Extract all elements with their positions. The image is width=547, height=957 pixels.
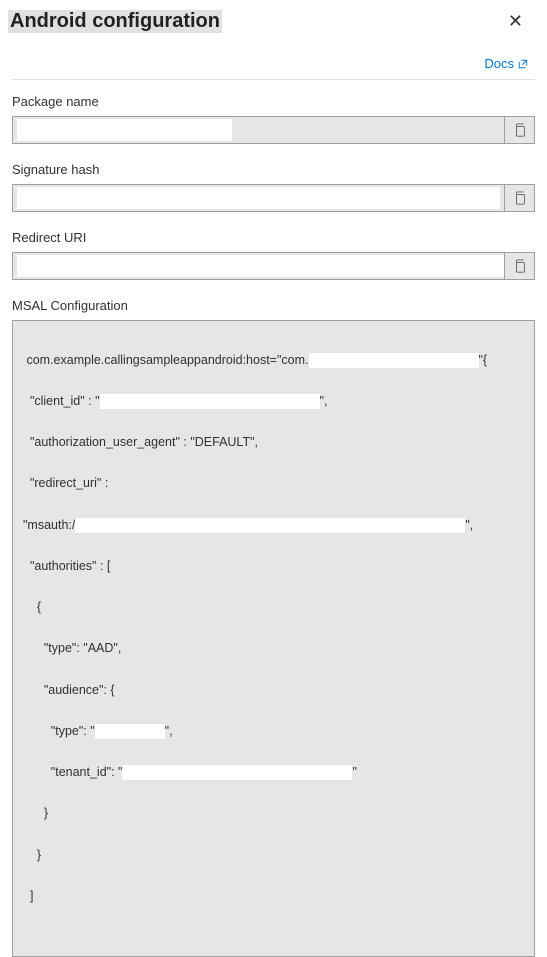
redirect-uri-label: Redirect URI — [12, 230, 535, 245]
close-button[interactable]: ✕ — [500, 8, 531, 34]
package-name-label: Package name — [12, 94, 535, 109]
signature-hash-value[interactable] — [13, 185, 504, 211]
copy-icon — [513, 191, 527, 205]
redacted-mask — [17, 255, 504, 277]
copy-package-button[interactable] — [504, 117, 534, 143]
docs-link[interactable]: Docs — [484, 56, 529, 71]
redirect-uri-value[interactable] — [13, 253, 504, 279]
copy-icon — [513, 259, 527, 273]
external-link-icon — [517, 58, 529, 70]
close-icon: ✕ — [508, 11, 523, 31]
signature-hash-label: Signature hash — [12, 162, 535, 177]
copy-icon — [513, 123, 527, 137]
docs-link-label: Docs — [484, 56, 514, 71]
redacted-mask — [17, 119, 232, 141]
copy-redirect-button[interactable] — [504, 253, 534, 279]
msal-config-label: MSAL Configuration — [12, 298, 535, 313]
redacted-mask — [17, 187, 500, 209]
msal-config-block[interactable]: com.example.callingsampleappandroid:host… — [12, 320, 535, 957]
package-name-value[interactable] — [13, 117, 504, 143]
page-title: Android configuration — [8, 10, 222, 33]
copy-signature-button[interactable] — [504, 185, 534, 211]
